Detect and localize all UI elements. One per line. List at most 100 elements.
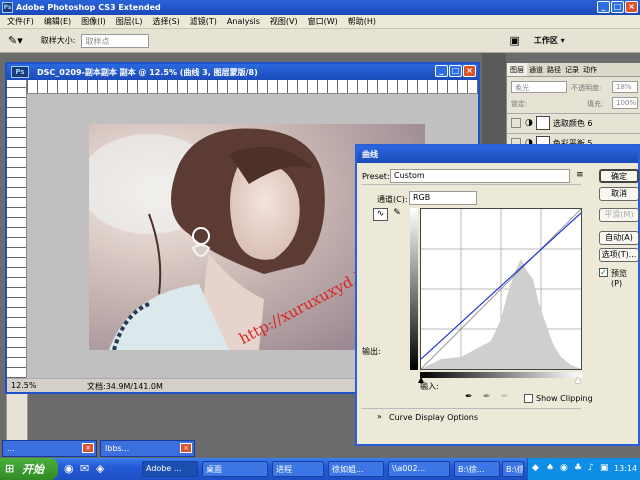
- minimized-window-title: Ibbs...: [105, 444, 130, 453]
- menu-view[interactable]: 视图(V): [265, 16, 303, 27]
- tab-history[interactable]: 记录: [563, 63, 581, 76]
- pencil-draw-icon[interactable]: ✎: [390, 208, 404, 221]
- quicklaunch-icon[interactable]: ◈: [96, 462, 104, 475]
- start-label: 开始: [22, 463, 44, 476]
- close-icon[interactable]: ×: [180, 443, 192, 453]
- quicklaunch-icon[interactable]: ✉: [80, 462, 89, 475]
- eyedropper-tool-icon[interactable]: ✎▾: [8, 34, 23, 47]
- channel-select[interactable]: RGB: [409, 191, 477, 205]
- doc-close-button[interactable]: ×: [463, 65, 476, 77]
- tab-layers[interactable]: 图层: [507, 63, 527, 76]
- tab-channels[interactable]: 通道: [527, 63, 545, 76]
- menu-filter[interactable]: 滤镜(T): [185, 16, 222, 27]
- input-label: 输入:: [420, 382, 439, 391]
- lock-label: 锁定:: [511, 100, 528, 108]
- layer-name: 选取颜色 6: [552, 118, 593, 128]
- tray-icon[interactable]: ♠: [546, 463, 554, 473]
- curves-title: 曲线: [362, 150, 378, 159]
- ok-button[interactable]: 确定: [599, 169, 639, 183]
- show-clipping-checkbox[interactable]: [524, 394, 533, 403]
- minimized-window-title: ...: [7, 444, 15, 453]
- horizontal-ruler: [27, 80, 478, 94]
- menu-bar: 文件(F) 编辑(E) 图像(I) 图层(L) 选择(S) 滤镜(T) Anal…: [0, 15, 640, 29]
- fill-input[interactable]: 100%: [612, 97, 638, 109]
- output-label: 输出:: [362, 347, 381, 356]
- output-gradient-bar: [410, 208, 418, 370]
- visibility-toggle[interactable]: [511, 118, 521, 128]
- layer-mask-thumbnail[interactable]: [535, 116, 550, 130]
- document-title: DSC_0209-副本副本 副本 @ 12.5% (曲线 3, 图层蒙版/8): [37, 68, 258, 77]
- minimized-window[interactable]: ... ×: [2, 440, 97, 457]
- menu-file[interactable]: 文件(F): [2, 16, 39, 27]
- taskbar-item[interactable]: B:\徐...: [502, 461, 524, 477]
- menu-select[interactable]: 选择(S): [147, 16, 184, 27]
- expand-chevron-icon[interactable]: »: [377, 412, 382, 421]
- menu-window[interactable]: 窗口(W): [303, 16, 343, 27]
- doc-minimize-button[interactable]: _: [435, 65, 448, 77]
- separator: [361, 184, 581, 185]
- doc-info[interactable]: 文档:34.9M/141.0M: [87, 381, 163, 392]
- menu-analysis[interactable]: Analysis: [222, 17, 265, 26]
- smooth-button[interactable]: 平滑(M): [599, 208, 639, 222]
- menu-help[interactable]: 帮助(H): [343, 16, 381, 27]
- volume-icon[interactable]: ♪: [588, 463, 594, 473]
- taskbar-item[interactable]: B:\徐...: [454, 461, 500, 477]
- options-bar: ✎▾ 取样大小: 取样点 ▣ 工作区 ▾: [0, 29, 640, 53]
- taskbar-item[interactable]: Adobe ...: [142, 461, 198, 477]
- app-title: Adobe Photoshop CS3 Extended: [16, 3, 161, 12]
- app-title-bar: Ps Adobe Photoshop CS3 Extended _ □ ×: [0, 0, 640, 15]
- adjustment-layer-icon: ◑: [525, 118, 533, 128]
- auto-button[interactable]: 自动(A): [599, 231, 639, 245]
- start-button[interactable]: ⊞ 开始: [0, 458, 58, 480]
- taskbar-item[interactable]: \\a002...: [388, 461, 450, 477]
- minimized-window[interactable]: Ibbs... ×: [100, 440, 195, 457]
- curve-point-tool-icon[interactable]: ∿: [373, 208, 388, 221]
- preset-label: Preset:: [362, 172, 390, 181]
- tray-icon[interactable]: ♣: [574, 463, 582, 473]
- close-button[interactable]: ×: [625, 1, 638, 13]
- minimize-button[interactable]: _: [597, 1, 610, 13]
- fill-label: 填充:: [587, 100, 604, 108]
- doc-maximize-button[interactable]: □: [449, 65, 462, 77]
- curves-graph-svg: [420, 208, 582, 370]
- preset-select[interactable]: Custom: [390, 169, 570, 183]
- windows-logo-icon: ⊞: [5, 462, 15, 475]
- curve-display-options-label[interactable]: Curve Display Options: [389, 413, 478, 422]
- sample-size-select[interactable]: 取样点: [81, 33, 150, 48]
- menu-image[interactable]: 图像(I): [76, 16, 111, 27]
- layers-panel: 图层 通道 路径 记录 动作 柔光 不透明度: 18% 锁定: 填充: 100%…: [506, 63, 640, 153]
- tab-actions[interactable]: 动作: [581, 63, 599, 76]
- curves-title-bar: 曲线: [357, 146, 638, 163]
- opacity-input[interactable]: 18%: [612, 81, 638, 93]
- black-eyedropper-icon[interactable]: ✒: [465, 392, 473, 402]
- cancel-button[interactable]: 取消: [599, 187, 639, 201]
- taskbar-item[interactable]: 进程: [272, 461, 324, 477]
- workspace-button[interactable]: 工作区 ▾: [534, 35, 565, 46]
- menu-edit[interactable]: 编辑(E): [39, 16, 76, 27]
- channel-label: 通道(C):: [377, 195, 408, 204]
- tray-icon[interactable]: ◉: [560, 463, 568, 473]
- tray-icon[interactable]: ◆: [532, 463, 539, 473]
- blend-mode-select[interactable]: 柔光: [511, 81, 567, 93]
- panel-gap: [482, 53, 506, 153]
- network-icon[interactable]: ▣: [600, 463, 609, 473]
- menu-layer[interactable]: 图层(L): [111, 16, 148, 27]
- taskbar-item[interactable]: 桌面: [202, 461, 268, 477]
- gray-eyedropper-icon[interactable]: ✒: [483, 392, 491, 402]
- options-button[interactable]: 选项(T)...: [599, 248, 639, 262]
- zoom-level[interactable]: 12.5%: [11, 381, 36, 390]
- preview-checkbox[interactable]: ✓: [599, 268, 608, 277]
- white-eyedropper-icon[interactable]: ✒: [501, 392, 509, 402]
- tab-paths[interactable]: 路径: [545, 63, 563, 76]
- taskbar-item[interactable]: 徐如姐...: [328, 461, 384, 477]
- quicklaunch-icon[interactable]: ◉: [64, 462, 74, 475]
- maximize-button[interactable]: □: [611, 1, 624, 13]
- preset-options-icon[interactable]: ≡: [576, 170, 584, 180]
- bridge-icon[interactable]: ▣: [509, 34, 519, 47]
- close-icon[interactable]: ×: [82, 443, 94, 453]
- clock[interactable]: 13:14: [614, 464, 637, 473]
- taskbar: ⊞ 开始 ◉ ✉ ◈ Adobe ... 桌面 进程 徐如姐... \\a002…: [0, 458, 640, 480]
- white-point-slider-icon[interactable]: ▲: [575, 375, 581, 384]
- layer-row[interactable]: ◑ 选取颜色 6: [507, 113, 640, 132]
- curves-graph[interactable]: [420, 208, 582, 370]
